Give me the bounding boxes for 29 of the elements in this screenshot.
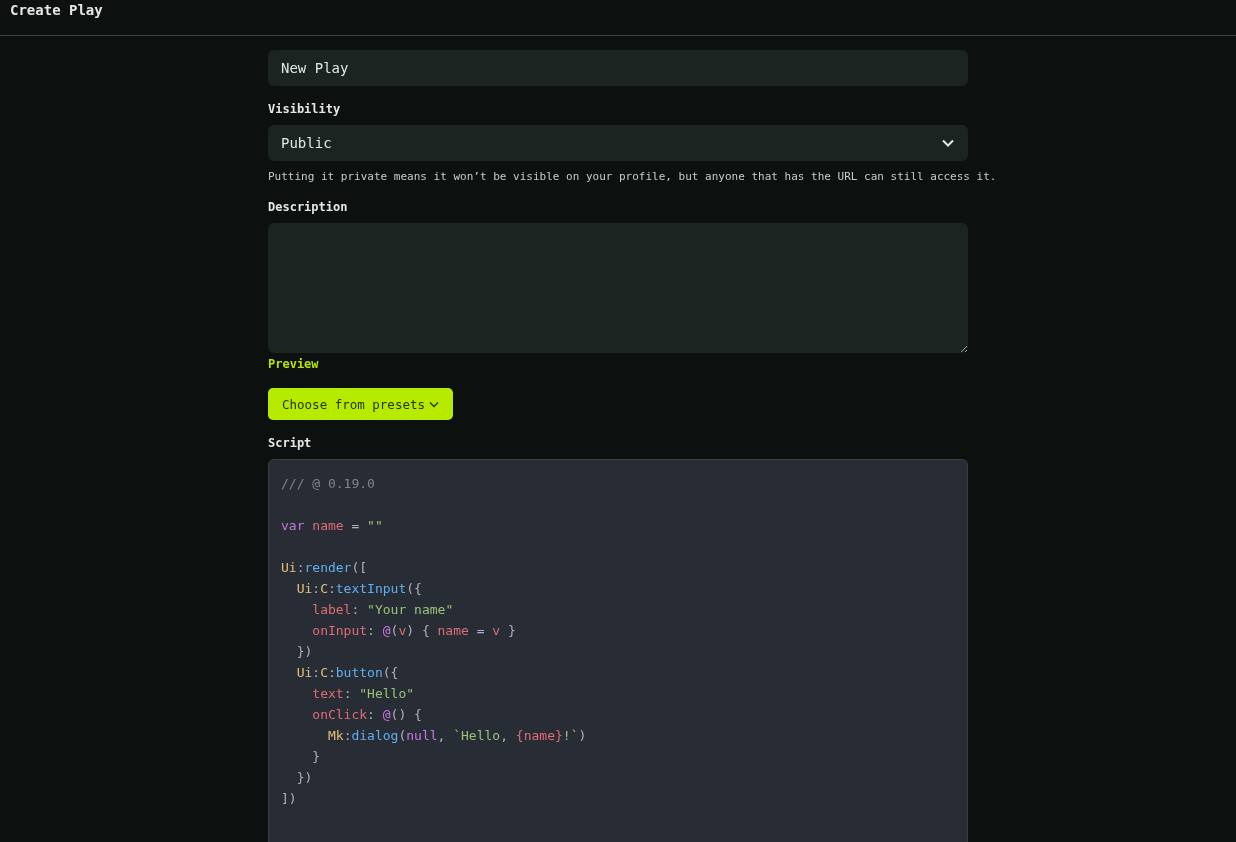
presets-button[interactable]: Choose from presets [268, 388, 453, 420]
code-line: Ui:C:textInput({ [295, 580, 423, 598]
chevron-down-icon [429, 400, 439, 408]
title-field[interactable]: New Play [268, 50, 968, 86]
code-line: Mk:dialog(null, `Hello, {name}!`) [326, 727, 588, 745]
code-line: label: "Your name" [311, 601, 455, 619]
page-title: Create Play [10, 1, 103, 19]
code-line: } [311, 748, 322, 766]
code-line: ]) [281, 790, 298, 808]
field-label: Script [268, 435, 312, 451]
code-line: Ui:render([ [281, 559, 369, 577]
chevron-down-icon [942, 139, 954, 147]
field-caption: Putting it private means it won’t be visible on your profile, but anyone that has the URL can still access it. [268, 169, 997, 185]
code-line: onClick: @() { [311, 706, 423, 724]
preview-link[interactable]: Preview [268, 356, 319, 372]
code-line: Ui:C:button({ [295, 664, 400, 682]
code-editor[interactable]: /// @ 0.19.0 var name = "" Ui:render([ Ui:C:textInput({ label: "Your name" onInput: @(v) { name = v } }) Ui:C:button({ text: "Hello" onClick: @() { Mk:dialog(null, `Hello, {name}!`) } }) ]) [268, 459, 968, 842]
code-line: /// @ 0.19.0 [281, 475, 376, 493]
field-label: Visibility [268, 101, 341, 117]
visibility-select[interactable]: Public [268, 125, 968, 161]
title-value: New Play [281, 60, 349, 76]
field-label: Description [268, 199, 348, 215]
code-line: }) [295, 643, 314, 661]
code-line: onInput: @(v) { name = v } [311, 622, 517, 640]
code-line: var name = "" [281, 517, 384, 535]
select-value: Public [281, 135, 332, 151]
code-line: text: "Hello" [311, 685, 416, 703]
description-field[interactable] [268, 223, 968, 353]
code-line: }) [295, 769, 314, 787]
